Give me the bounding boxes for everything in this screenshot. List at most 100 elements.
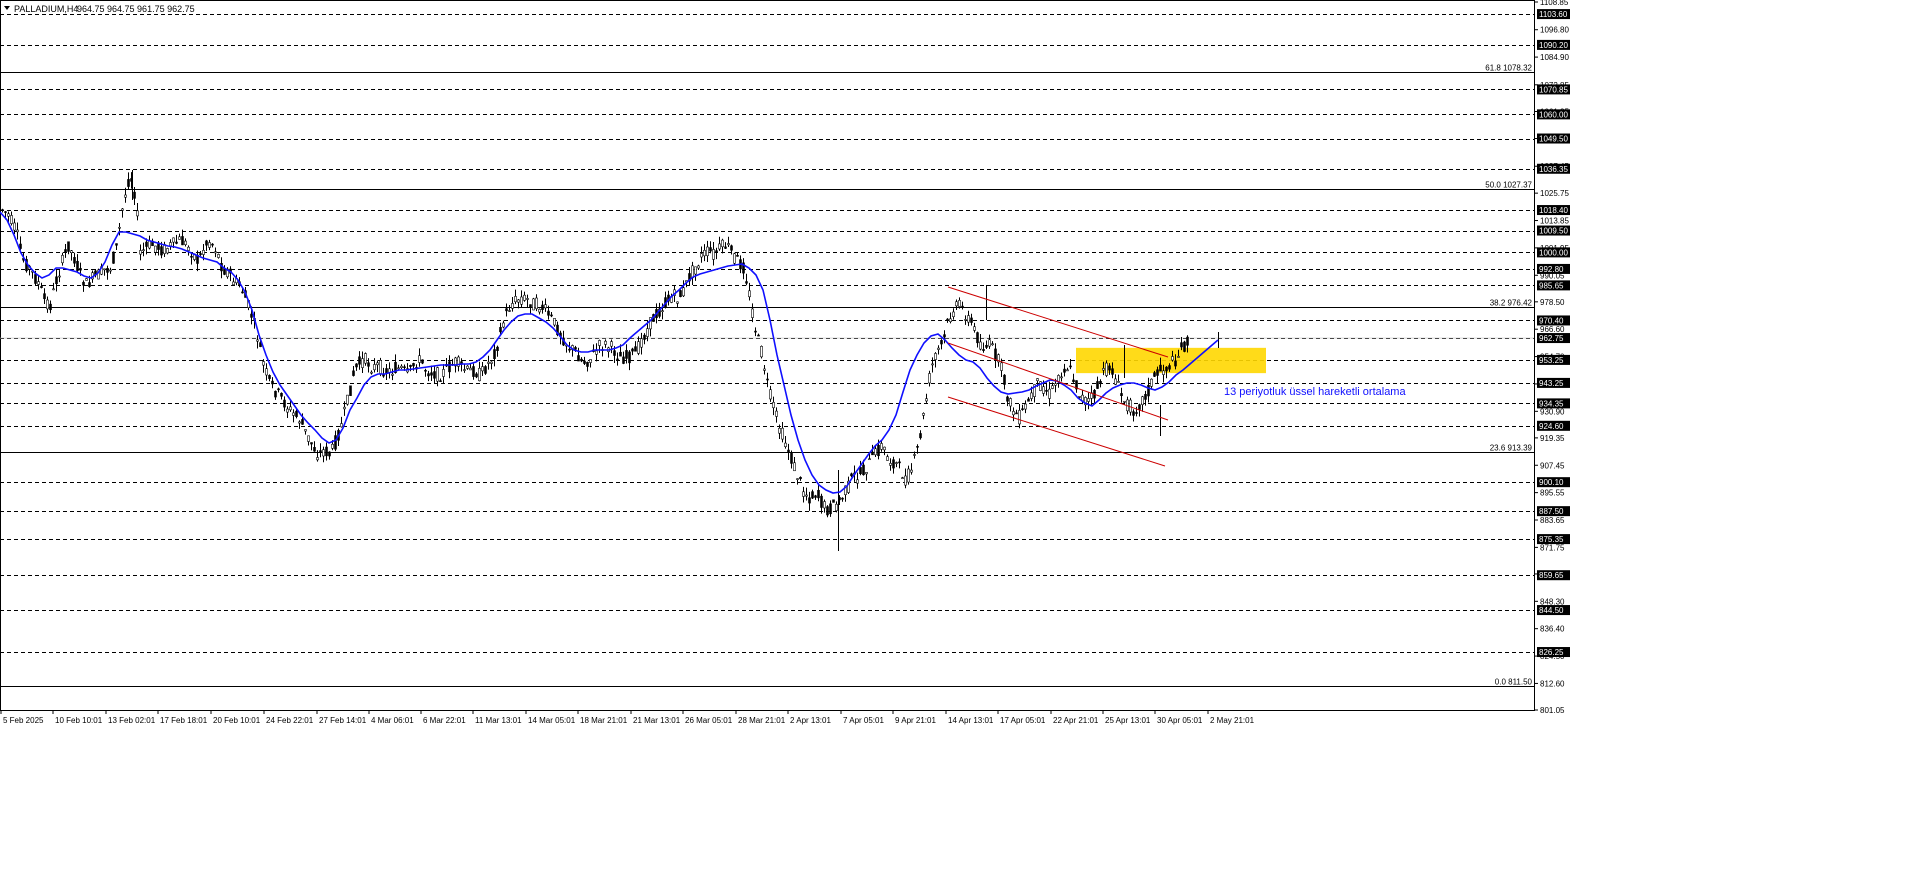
x-tick-label: 24 Feb 22:01 <box>266 716 314 725</box>
candle-body <box>1087 398 1090 402</box>
x-tick-label: 27 Feb 14:01 <box>319 716 367 725</box>
candle-body <box>964 319 967 321</box>
candle-body <box>175 241 178 244</box>
candle-body <box>286 408 289 413</box>
chart-window[interactable]: 61.8 1078.32 50.0 1027.37 38.2 976.42 23.6 … <box>0 0 1916 888</box>
candle-body <box>268 375 271 379</box>
candle-body <box>1015 412 1018 415</box>
candle-body <box>466 365 469 369</box>
price-chart[interactable]: 61.8 1078.32 50.0 1027.37 38.2 976.42 23.6 … <box>0 0 1916 888</box>
candle-body <box>109 269 112 272</box>
candle-body <box>1171 356 1174 361</box>
x-tick-label: 25 Apr 13:01 <box>1105 716 1151 725</box>
candle-body <box>376 362 379 366</box>
candle-body <box>232 281 235 286</box>
candle-body <box>925 398 928 402</box>
price-level-label: 1049.50 <box>1539 135 1568 144</box>
candle-body <box>412 363 415 367</box>
candle-body <box>793 462 796 472</box>
candle-body <box>370 371 373 374</box>
candle-body <box>517 299 520 303</box>
candle-body <box>907 468 910 483</box>
candle-body <box>67 241 70 252</box>
collapse-triangle-icon[interactable] <box>4 6 10 10</box>
candle-body <box>241 291 244 294</box>
candle-body <box>1165 366 1168 372</box>
candle-body <box>478 368 481 382</box>
candle-body <box>553 318 556 326</box>
candle-body <box>811 491 814 499</box>
candle-body <box>421 359 424 364</box>
candle-body <box>1012 411 1015 416</box>
candle-body <box>883 446 886 451</box>
candle-body <box>541 304 544 310</box>
candle-body <box>1036 378 1039 382</box>
candle-body <box>85 278 88 281</box>
candle-body <box>769 389 772 400</box>
candle-body <box>64 249 67 253</box>
candle-body <box>583 360 586 364</box>
candle-body <box>865 471 868 475</box>
candle-body <box>1156 369 1159 376</box>
candle-body <box>973 326 976 331</box>
candle-body <box>676 301 679 304</box>
candle-body <box>1024 403 1027 410</box>
axis-layer: 1108.851096.801084.901072.851061.251049.… <box>0 0 1570 725</box>
candle-body <box>403 366 406 369</box>
y-tick-label: 812.60 <box>1540 679 1565 688</box>
candle-body <box>643 334 646 340</box>
candle-body <box>694 266 697 275</box>
candle-body <box>877 444 880 457</box>
candle-body <box>277 388 280 391</box>
candle-body <box>535 297 538 310</box>
candle-body <box>10 215 13 224</box>
candle-body <box>418 355 421 363</box>
y-tick-label: 836.40 <box>1540 625 1565 634</box>
candle-body <box>550 314 553 317</box>
candle-body <box>355 363 358 368</box>
price-level-label: 875.35 <box>1539 535 1564 544</box>
candle-body <box>931 363 934 366</box>
candle-body <box>1111 368 1114 375</box>
candle-body <box>352 370 355 376</box>
x-tick-label: 28 Mar 21:01 <box>738 716 786 725</box>
candle-body <box>400 365 403 369</box>
candle-body <box>430 372 433 376</box>
candle-body <box>1120 393 1123 397</box>
candle-body <box>748 290 751 298</box>
candle-body <box>433 371 436 379</box>
candle-body <box>805 494 808 497</box>
candle-body <box>55 276 58 285</box>
candle-body <box>361 358 364 368</box>
price-level-label: 992.80 <box>1539 265 1564 274</box>
candle-body <box>154 245 157 253</box>
candle-body <box>349 385 352 396</box>
candle-body <box>823 501 826 509</box>
candle-body <box>790 453 793 464</box>
y-tick-label: 919.35 <box>1540 434 1565 443</box>
candle-body <box>340 423 343 428</box>
candle-body <box>760 346 763 358</box>
candle-body <box>1066 369 1069 372</box>
candle-body <box>577 355 580 362</box>
candle-body <box>313 447 316 452</box>
price-level-label: 1103.60 <box>1539 10 1568 19</box>
price-level-label: 826.25 <box>1539 648 1564 657</box>
candle-body <box>1048 388 1051 399</box>
ema-annotation: 13 periyotluk üssel hareketli ortalama <box>1224 386 1406 398</box>
candle-body <box>637 341 640 354</box>
candle-body <box>757 334 760 337</box>
candle-body <box>622 356 625 364</box>
candle-body <box>103 268 106 271</box>
candle-body <box>502 322 505 328</box>
candle-body <box>1186 336 1189 346</box>
candle-body <box>802 491 805 497</box>
candle-body <box>952 311 955 318</box>
candle-body <box>13 222 16 231</box>
price-level-label: 962.75 <box>1539 334 1564 343</box>
candle-body <box>697 265 700 269</box>
candle-body <box>490 361 493 364</box>
candle-body <box>736 255 739 257</box>
price-level-label: 1009.50 <box>1539 227 1568 236</box>
x-tick-label: 6 Mar 22:01 <box>423 716 466 725</box>
